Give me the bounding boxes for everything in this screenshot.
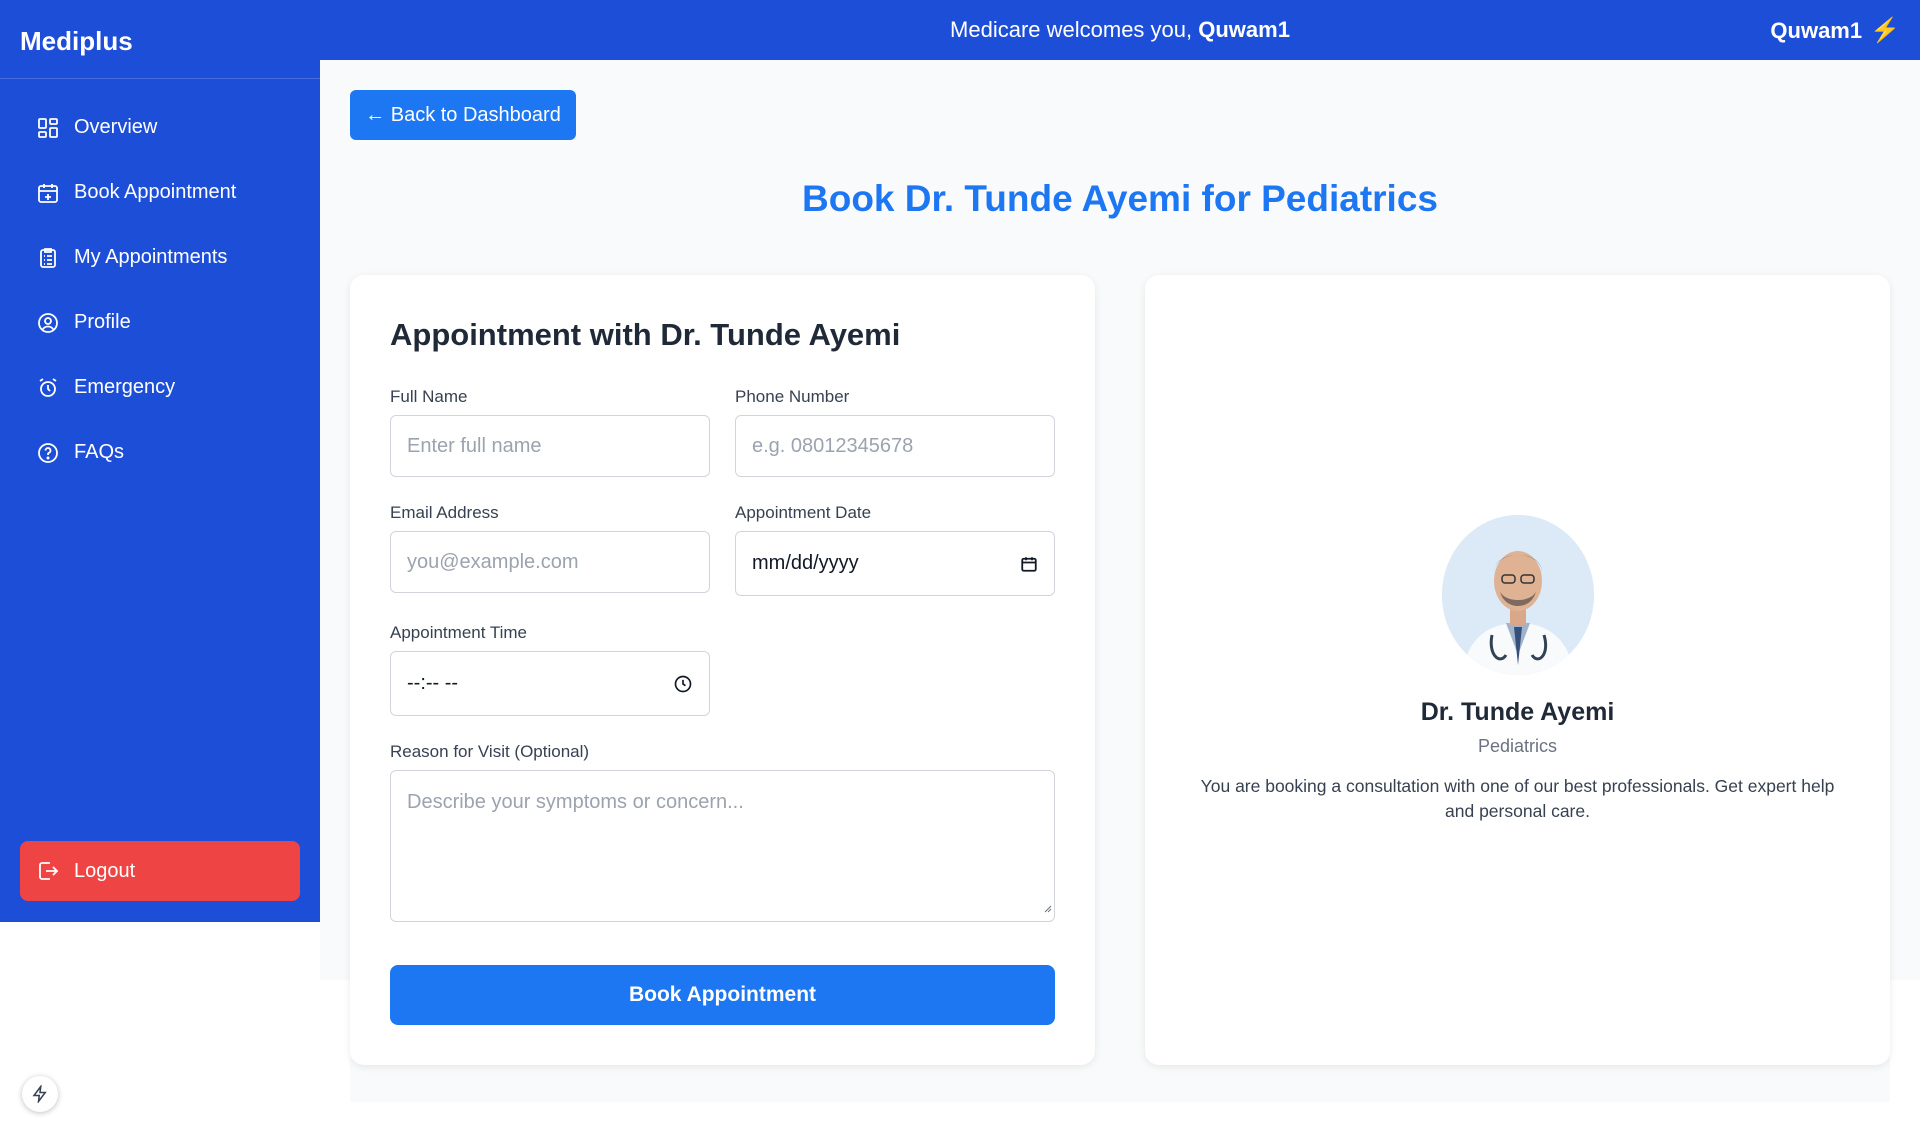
email-label: Email Address bbox=[390, 503, 499, 522]
time-value: --:-- -- bbox=[407, 672, 459, 694]
welcome-prefix: Medicare welcomes you, bbox=[950, 17, 1199, 42]
date-value: mm/dd/yyyy bbox=[752, 552, 859, 574]
lightning-icon: ⚡ bbox=[1870, 17, 1900, 44]
sidebar: Mediplus Overview Book Appointment My Ap… bbox=[0, 0, 320, 922]
sidebar-item-faqs[interactable]: FAQs bbox=[0, 420, 320, 485]
full-name-placeholder: Enter full name bbox=[407, 434, 542, 457]
quick-action-button[interactable] bbox=[22, 1076, 58, 1112]
book-appointment-button[interactable]: Book Appointment bbox=[390, 965, 1055, 1025]
email-input[interactable]: you@example.com bbox=[390, 531, 710, 593]
sidebar-item-label: Emergency bbox=[74, 376, 176, 398]
phone-label: Phone Number bbox=[735, 387, 850, 406]
doctor-avatar bbox=[1442, 515, 1594, 675]
form-title: Appointment with Dr. Tunde Ayemi bbox=[390, 317, 901, 352]
phone-input[interactable]: e.g. 08012345678 bbox=[735, 415, 1055, 477]
doctor-description: You are booking a consultation with one … bbox=[1200, 776, 1835, 821]
username: Quwam1 bbox=[1770, 17, 1863, 43]
lightning-outline-icon bbox=[31, 1085, 49, 1103]
sidebar-item-label: Book Appointment bbox=[74, 181, 237, 203]
calendar-icon[interactable] bbox=[1020, 555, 1038, 573]
logout-icon bbox=[36, 859, 60, 883]
sidebar-item-book-appointment[interactable]: Book Appointment bbox=[0, 160, 320, 225]
question-circle-icon bbox=[36, 441, 60, 465]
reason-placeholder: Describe your symptoms or concern... bbox=[407, 791, 744, 813]
sidebar-nav: Overview Book Appointment My Appointment… bbox=[0, 79, 320, 485]
reason-textarea[interactable]: Describe your symptoms or concern... bbox=[390, 770, 1055, 922]
doctor-specialty: Pediatrics bbox=[1477, 736, 1558, 756]
sidebar-item-emergency[interactable]: Emergency bbox=[0, 355, 320, 420]
clock-icon[interactable] bbox=[673, 674, 693, 694]
grid-icon bbox=[36, 116, 60, 140]
full-name-label: Full Name bbox=[390, 387, 468, 406]
date-label: Appointment Date bbox=[735, 503, 872, 522]
brand-logo[interactable]: Mediplus bbox=[0, 0, 320, 79]
appointment-form-card: Appointment with Dr. Tunde Ayemi Full Na… bbox=[350, 275, 1095, 1065]
reason-label: Reason for Visit (Optional) bbox=[390, 742, 590, 761]
resize-handle-icon[interactable] bbox=[1042, 896, 1052, 919]
sidebar-item-overview[interactable]: Overview bbox=[0, 95, 320, 160]
doctor-name: Dr. Tunde Ayemi bbox=[1420, 698, 1615, 726]
page-title: Book Dr. Tunde Ayemi for Pediatrics bbox=[802, 178, 1438, 219]
sidebar-item-label: Profile bbox=[74, 311, 131, 333]
sidebar-item-label: Overview bbox=[74, 116, 158, 138]
logout-button[interactable]: Logout bbox=[20, 841, 300, 901]
user-circle-icon bbox=[36, 311, 60, 335]
back-to-dashboard-button[interactable]: ← Back to Dashboard bbox=[350, 90, 576, 140]
full-name-input[interactable]: Enter full name bbox=[390, 415, 710, 477]
time-label: Appointment Time bbox=[390, 623, 528, 642]
phone-placeholder: e.g. 08012345678 bbox=[752, 434, 914, 457]
alarm-clock-icon bbox=[36, 376, 60, 400]
welcome-username: Quwam1 bbox=[1198, 17, 1290, 42]
sidebar-item-profile[interactable]: Profile bbox=[0, 290, 320, 355]
logout-label: Logout bbox=[74, 859, 136, 882]
top-bar: Medicare welcomes you, Quwam1 Quwam1 ⚡ bbox=[320, 0, 1920, 60]
time-input[interactable]: --:-- -- bbox=[390, 651, 710, 716]
sidebar-item-label: FAQs bbox=[74, 441, 125, 463]
user-menu[interactable]: Quwam1 ⚡ bbox=[1770, 16, 1900, 45]
doctor-info-card: Dr. Tunde Ayemi Pediatrics You are booki… bbox=[1145, 275, 1890, 1065]
date-input[interactable]: mm/dd/yyyy bbox=[735, 531, 1055, 596]
sidebar-item-label: My Appointments bbox=[74, 246, 228, 268]
calendar-plus-icon bbox=[36, 181, 60, 205]
clipboard-list-icon bbox=[36, 246, 60, 270]
email-placeholder: you@example.com bbox=[407, 550, 579, 573]
welcome-message: Medicare welcomes you, Quwam1 bbox=[320, 17, 1920, 43]
sidebar-item-my-appointments[interactable]: My Appointments bbox=[0, 225, 320, 290]
